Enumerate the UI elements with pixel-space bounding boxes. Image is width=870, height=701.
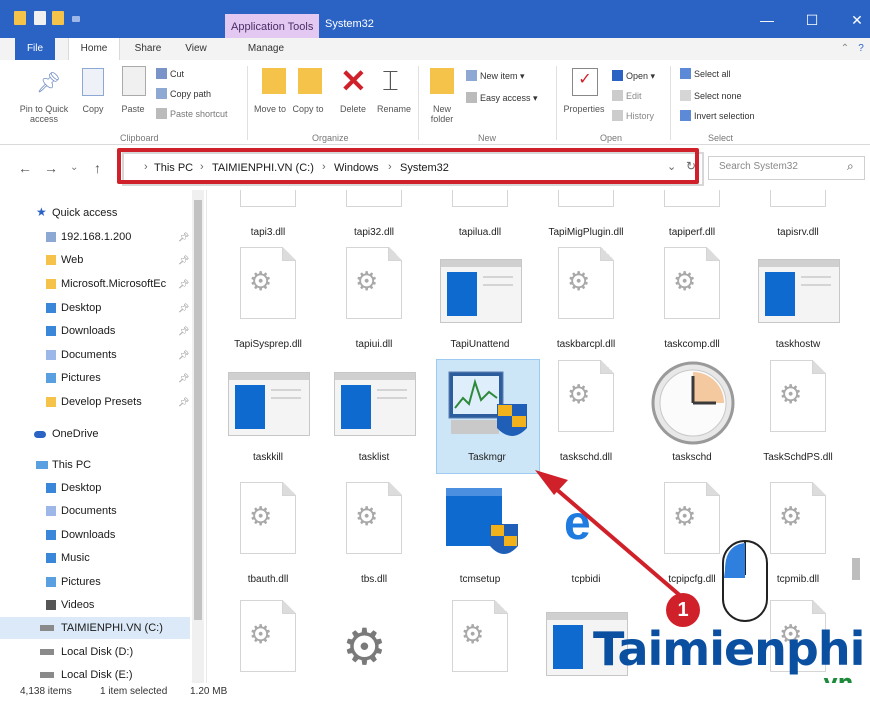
status-item-count: 4,138 items [20, 686, 72, 697]
watermark-brand: Taimienphi [593, 622, 865, 676]
annotation-arrowhead [535, 470, 568, 495]
mouse-icon [722, 540, 768, 622]
annotation-arrow-line [546, 480, 692, 606]
status-size: 1.20 MB [190, 686, 228, 697]
tutorial-annotation [535, 470, 768, 627]
status-bar: 4,138 items 1 item selected 1.20 MB [0, 683, 870, 701]
status-selection: 1 item selected [100, 686, 168, 697]
step-number: 1 [677, 599, 689, 621]
